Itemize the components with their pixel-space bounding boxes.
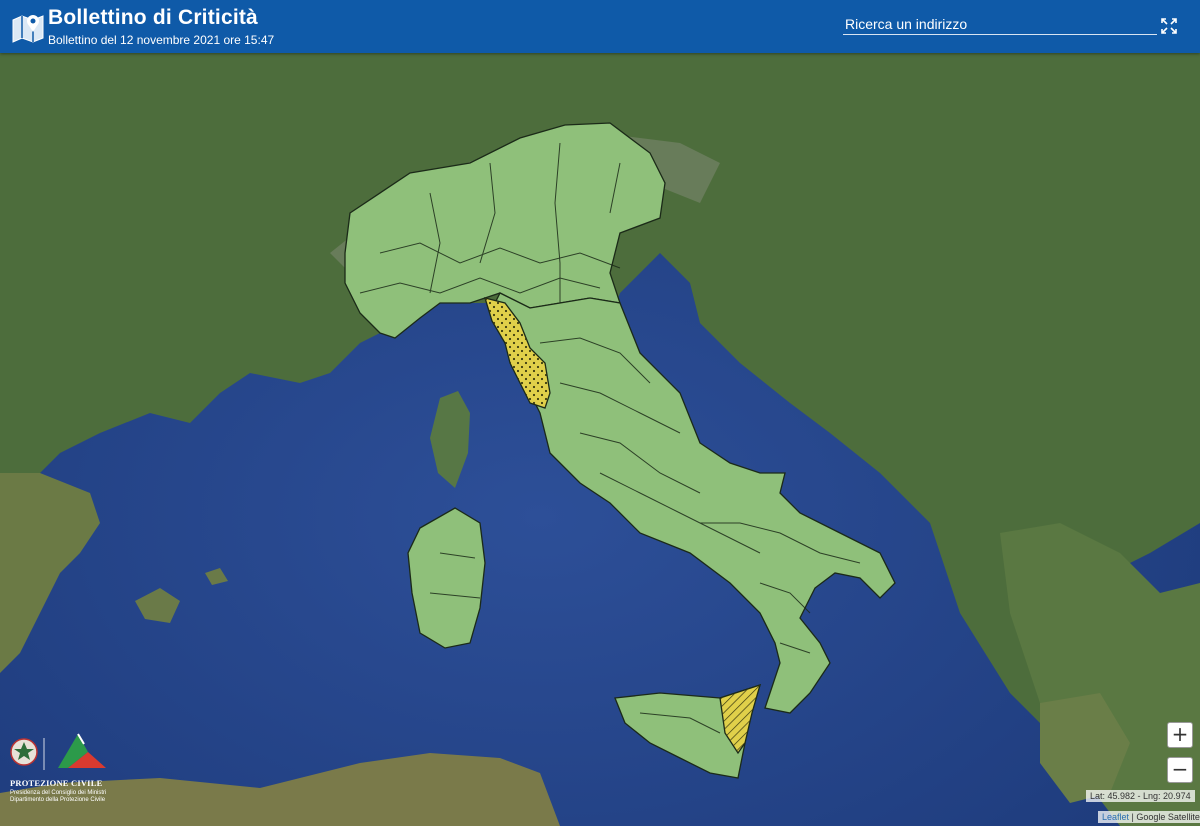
coordinates-readout: Lat: 45.982 - Lng: 20.974	[1086, 790, 1195, 802]
zoom-out-button[interactable]: −	[1167, 757, 1193, 783]
pc-logo-subtitle: Presidenza del Consiglio dei Ministri Di…	[10, 790, 106, 804]
bulletin-date: Bollettino del 12 novembre 2021 ore 15:4…	[48, 33, 275, 47]
page-title: Bollettino di Criticità	[48, 6, 258, 29]
satellite-map[interactable]	[0, 53, 1200, 826]
pc-logo-line1: Presidenza del Consiglio dei Ministri	[10, 790, 107, 796]
fullscreen-icon[interactable]	[1160, 17, 1178, 35]
top-bar: Bollettino di Criticità Bollettino del 1…	[0, 0, 1200, 53]
map-attribution: Leaflet | Google Satellite	[1098, 811, 1200, 823]
search-input[interactable]	[843, 14, 1157, 35]
pc-logo-line2: Dipartimento della Protezione Civile	[10, 797, 106, 803]
zoom-in-button[interactable]: +	[1167, 722, 1193, 748]
zone-sardinia	[407, 507, 486, 649]
pc-logo-name: PROTEZIONE CIVILE	[10, 778, 103, 788]
leaflet-link[interactable]: Leaflet	[1102, 812, 1129, 822]
attribution-source: Google Satellite	[1136, 812, 1200, 822]
map-pin-icon	[12, 15, 44, 43]
